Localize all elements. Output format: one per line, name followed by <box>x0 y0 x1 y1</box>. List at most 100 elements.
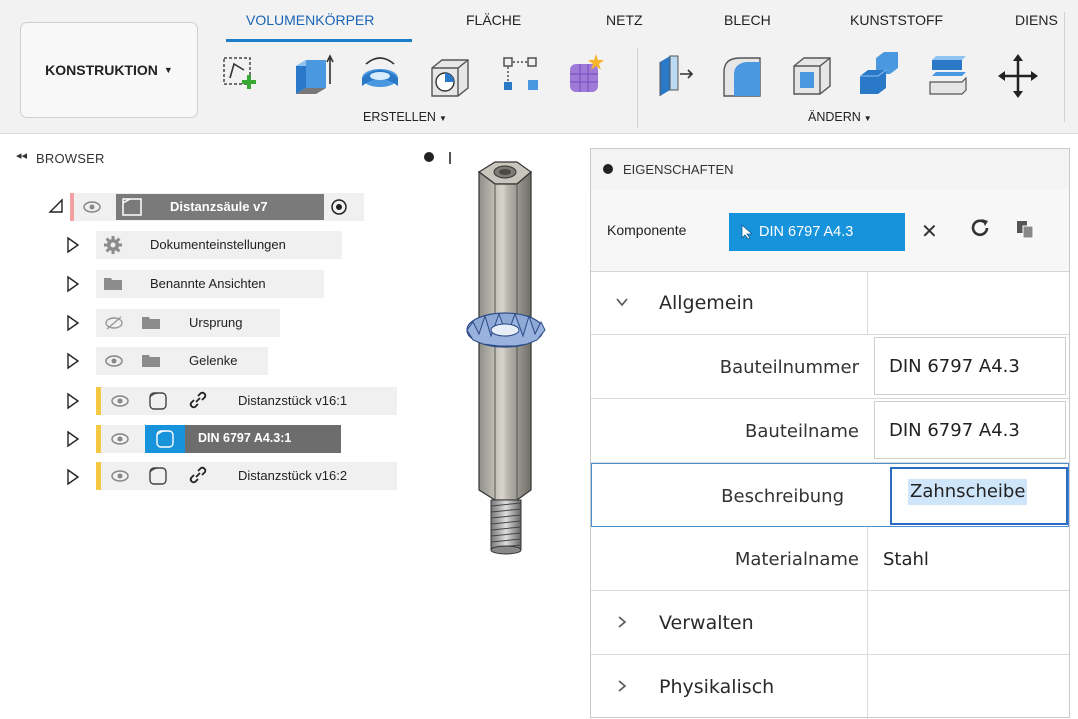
clear-selection-icon[interactable]: ✕ <box>921 219 938 244</box>
tab-kunststoff[interactable]: KUNSTSTOFF <box>850 12 943 28</box>
eye-icon[interactable] <box>82 200 102 214</box>
pattern-icon[interactable] <box>498 50 542 102</box>
combine-icon[interactable] <box>856 50 900 102</box>
chevron-right-icon <box>618 680 627 692</box>
3d-model-viewport[interactable] <box>465 150 565 570</box>
folder-icon <box>142 317 160 329</box>
aendern-dropdown[interactable]: ÄNDERN ▼ <box>808 110 872 124</box>
erstellen-dropdown[interactable]: ERSTELLEN ▼ <box>363 110 447 124</box>
item-label: DIN 6797 A4.3:1 <box>198 431 292 445</box>
panel-grip-icon[interactable] <box>449 152 451 164</box>
component-icon <box>156 430 174 448</box>
item-label: Gelenke <box>189 353 238 368</box>
active-tab-indicator <box>226 39 412 42</box>
create-sketch-icon[interactable] <box>220 50 264 102</box>
column-divider <box>867 527 868 591</box>
item-label: Distanzstück v16:2 <box>238 468 348 483</box>
field-label: Bauteilname <box>745 421 859 442</box>
item-label: Ursprung <box>189 315 243 330</box>
eye-icon[interactable] <box>110 394 130 408</box>
workspace-dropdown[interactable]: KONSTRUKTION ▼ <box>20 22 198 118</box>
section-label: Physikalisch <box>659 676 775 698</box>
component-label: Komponente <box>607 222 687 238</box>
field-value: Zahnscheibe <box>908 479 1028 505</box>
column-divider <box>867 271 868 335</box>
properties-title: EIGENSCHAFTEN <box>623 162 734 177</box>
chevron-down-icon: ▼ <box>863 114 872 123</box>
shell-icon[interactable] <box>790 50 834 102</box>
tab-dienstprogramme[interactable]: DIENS <box>1015 12 1058 28</box>
create-form-icon[interactable] <box>564 50 608 102</box>
row-bauteilnummer: Bauteilnummer DIN 6797 A4.3 <box>591 335 1069 399</box>
chevron-down-icon: ▼ <box>163 65 173 75</box>
row-bauteilname: Bauteilname DIN 6797 A4.3 <box>591 399 1069 463</box>
section-label: Allgemein <box>659 292 754 314</box>
eye-icon[interactable] <box>104 354 124 368</box>
expand-triangle-icon[interactable] <box>66 468 80 486</box>
toolbar-separator <box>637 48 638 128</box>
item-label: Dokumenteinstellungen <box>150 237 286 252</box>
extrude-icon[interactable] <box>290 50 334 102</box>
tab-netz[interactable]: NETZ <box>606 12 643 28</box>
section-label: Verwalten <box>659 612 754 634</box>
browser-header: ◂◂ BROWSER <box>0 144 460 174</box>
aendern-label: ÄNDERN <box>808 110 861 124</box>
section-allgemein[interactable]: Allgemein <box>591 271 1069 335</box>
tab-blech[interactable]: BLECH <box>724 12 771 28</box>
chevron-right-icon <box>618 616 627 628</box>
toolbar: KONSTRUKTION ▼ VOLUMENKÖRPER FLÄCHE NETZ… <box>0 0 1078 134</box>
expand-triangle-icon[interactable] <box>66 236 80 254</box>
chevron-down-icon: ▼ <box>438 114 447 123</box>
panel-pin-icon[interactable] <box>603 164 613 174</box>
folder-icon <box>142 355 160 367</box>
row-beschreibung: Beschreibung Zahnscheibe <box>591 463 1069 527</box>
field-label: Bauteilnummer <box>719 357 859 378</box>
collapse-browser-icon[interactable]: ◂◂ <box>16 149 27 162</box>
chevron-down-icon <box>616 298 628 307</box>
eye-icon[interactable] <box>110 469 130 483</box>
press-pull-icon[interactable] <box>652 50 696 102</box>
erstellen-label: ERSTELLEN <box>363 110 436 124</box>
revolve-icon[interactable] <box>358 50 402 102</box>
section-verwalten[interactable]: Verwalten <box>591 591 1069 655</box>
tab-volumenkoerper[interactable]: VOLUMENKÖRPER <box>246 12 374 28</box>
tab-flaeche[interactable]: FLÄCHE <box>466 12 521 28</box>
document-icon <box>122 198 142 216</box>
move-icon[interactable] <box>996 50 1040 102</box>
expand-triangle-icon[interactable] <box>66 352 80 370</box>
component-icon <box>149 392 167 410</box>
column-divider <box>867 591 868 655</box>
expand-triangle-icon[interactable] <box>66 314 80 332</box>
fillet-icon[interactable] <box>720 50 764 102</box>
workspace-label: KONSTRUKTION <box>45 62 158 78</box>
selected-component-name: DIN 6797 A4.3 <box>759 224 854 240</box>
field-value: DIN 6797 A4.3 <box>889 420 1020 441</box>
toothed-washer[interactable] <box>466 312 546 348</box>
gear-icon <box>104 236 122 254</box>
refresh-icon[interactable] <box>969 217 991 239</box>
copy-icon[interactable] <box>1015 219 1035 239</box>
row-materialname: Materialname Stahl <box>591 527 1069 591</box>
eye-hidden-icon[interactable] <box>104 316 124 330</box>
part-name-input[interactable]: DIN 6797 A4.3 <box>874 401 1066 459</box>
column-divider <box>867 655 868 719</box>
section-physikalisch[interactable]: Physikalisch <box>591 655 1069 719</box>
offset-face-icon[interactable] <box>926 50 970 102</box>
toolbar-separator <box>1064 12 1065 122</box>
activate-radio-icon[interactable] <box>330 198 348 216</box>
selected-component-chip[interactable]: DIN 6797 A4.3 <box>729 213 905 251</box>
browser-pin-icon[interactable] <box>424 152 434 162</box>
expanded-triangle-icon[interactable] <box>48 198 64 214</box>
expand-triangle-icon[interactable] <box>66 275 80 293</box>
hole-icon[interactable] <box>428 50 472 102</box>
root-label: Distanzsäule v7 <box>170 199 268 214</box>
expand-triangle-icon[interactable] <box>66 430 80 448</box>
description-input[interactable]: Zahnscheibe <box>890 467 1068 525</box>
part-number-input[interactable]: DIN 6797 A4.3 <box>874 337 1066 395</box>
item-label: Benannte Ansichten <box>150 276 266 291</box>
eye-icon[interactable] <box>110 432 130 446</box>
expand-triangle-icon[interactable] <box>66 392 80 410</box>
properties-header: EIGENSCHAFTEN <box>591 149 1069 190</box>
folder-icon <box>104 278 122 290</box>
cursor-arrow-icon <box>741 224 754 240</box>
